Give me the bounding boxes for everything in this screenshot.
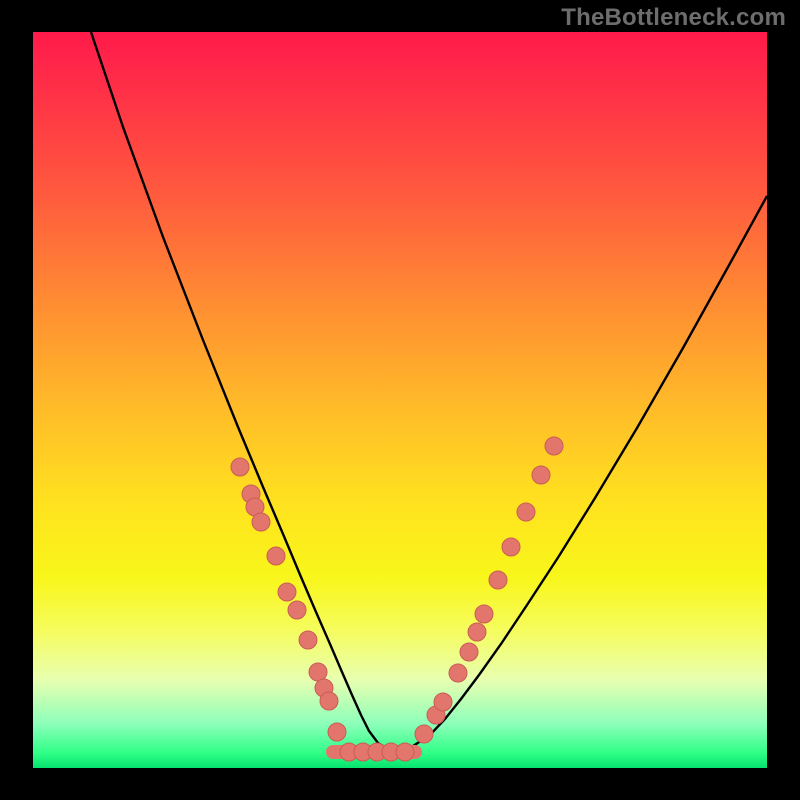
plot-area <box>33 32 767 768</box>
data-point <box>415 725 433 743</box>
data-point <box>502 538 520 556</box>
bottleneck-curve <box>91 32 767 750</box>
data-point <box>517 503 535 521</box>
chart-svg <box>33 32 767 768</box>
data-point <box>489 571 507 589</box>
data-point <box>545 437 563 455</box>
data-point <box>299 631 317 649</box>
data-point <box>278 583 296 601</box>
data-points <box>231 437 563 761</box>
data-point <box>267 547 285 565</box>
data-point <box>434 693 452 711</box>
data-point <box>309 663 327 681</box>
data-point <box>231 458 249 476</box>
data-point <box>252 513 270 531</box>
chart-frame: TheBottleneck.com <box>0 0 800 800</box>
data-point <box>396 743 414 761</box>
data-point <box>449 664 467 682</box>
data-point <box>468 623 486 641</box>
watermark-text: TheBottleneck.com <box>561 4 786 32</box>
data-point <box>320 692 338 710</box>
data-point <box>475 605 493 623</box>
data-point <box>460 643 478 661</box>
data-point <box>328 723 346 741</box>
data-point <box>288 601 306 619</box>
data-point <box>532 466 550 484</box>
